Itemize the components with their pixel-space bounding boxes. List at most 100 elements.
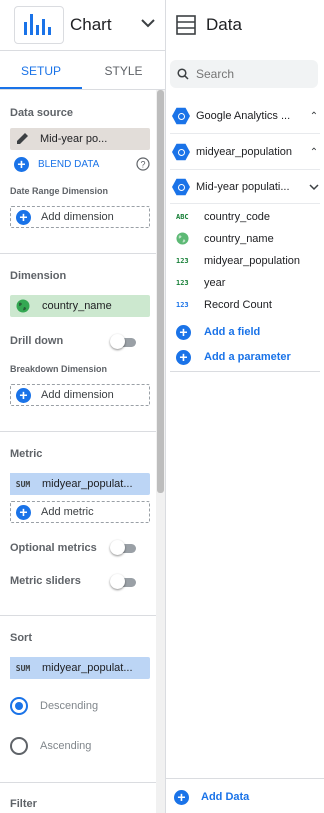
globe-icon — [176, 231, 198, 247]
plus-icon: + — [16, 209, 31, 225]
datasource-hex-icon — [172, 178, 190, 196]
metric-title: Metric — [10, 448, 43, 460]
globe-glyph — [16, 299, 30, 313]
ascending-radio[interactable] — [10, 737, 28, 755]
help-icon[interactable]: ? — [136, 157, 150, 171]
expand-chevron-icon[interactable]: ⌃ — [308, 111, 320, 122]
data-source-item-name: Mid-year populati... — [196, 181, 290, 193]
globe-glyph — [176, 231, 189, 245]
divider — [170, 203, 320, 204]
add-dimension-label: Add dimension — [41, 389, 114, 401]
collapse-chevron-icon[interactable] — [308, 182, 320, 192]
field-item[interactable]: 123 year — [176, 273, 225, 293]
aggregation-badge[interactable]: SUM — [10, 657, 36, 679]
data-source-item-name: midyear_population — [196, 146, 293, 158]
plus-icon: + — [16, 504, 31, 520]
blend-data-label: BLEND DATA — [38, 158, 100, 170]
table-icon — [176, 15, 196, 35]
tab-style-label: STYLE — [104, 64, 143, 78]
add-field-button[interactable]: + Add a field — [176, 324, 260, 340]
field-item[interactable]: 123 midyear_population — [176, 251, 300, 271]
add-dimension-label: Add dimension — [41, 211, 114, 223]
field-item[interactable]: 123 Record Count — [176, 295, 272, 315]
divider — [170, 133, 320, 134]
field-item[interactable]: ABC country_code — [176, 207, 270, 227]
divider — [166, 778, 324, 779]
add-metric-button[interactable]: + Add metric — [10, 501, 150, 523]
divider — [170, 371, 320, 372]
add-field-label: Add a field — [204, 326, 261, 338]
chart-editor-panels: Chart Data SETUP STYLE Data source Mid-y… — [0, 0, 324, 813]
chart-label: Chart — [70, 15, 112, 34]
data-source-item[interactable]: midyear_population ⌃ — [172, 139, 320, 165]
dimension-chip[interactable]: country_name — [10, 295, 150, 317]
toggle-knob — [110, 540, 125, 555]
radio-dot — [15, 702, 23, 710]
sort-title: Sort — [10, 632, 32, 644]
metric-sliders-toggle[interactable] — [110, 574, 138, 589]
optional-metrics-toggle[interactable] — [110, 540, 138, 555]
data-source-item[interactable]: Google Analytics ... ⌃ — [172, 103, 320, 129]
divider — [0, 782, 156, 783]
descending-radio[interactable] — [10, 697, 28, 715]
setup-scrollbar[interactable] — [156, 90, 165, 813]
field-name: year — [204, 277, 226, 289]
add-data-label: Add Data — [201, 791, 250, 803]
blend-data-button[interactable]: + BLEND DATA — [14, 156, 99, 172]
number-type-icon: 123 — [176, 301, 189, 309]
chart-type-selector[interactable]: Chart — [0, 0, 162, 50]
metric-name: midyear_populat... — [42, 478, 133, 490]
drill-down-label: Drill down — [10, 335, 64, 347]
data-source-item-expanded[interactable]: Mid-year populati... — [172, 174, 320, 200]
tab-style[interactable]: STYLE — [82, 51, 165, 89]
date-range-title: Date Range Dimension — [10, 186, 109, 196]
add-date-dimension-button[interactable]: + Add dimension — [10, 206, 150, 228]
search-box[interactable] — [170, 60, 318, 88]
pencil-icon[interactable] — [10, 128, 36, 150]
sort-chip[interactable]: SUM midyear_populat... — [10, 657, 150, 679]
toggle-knob — [110, 574, 125, 589]
plus-icon: + — [174, 789, 189, 805]
scrollbar-thumb[interactable] — [157, 90, 164, 493]
metric-sliders-label: Metric sliders — [10, 575, 81, 587]
ascending-label: Ascending — [40, 740, 92, 752]
data-source-chip[interactable]: Mid-year po... — [10, 128, 150, 150]
expand-chevron-icon[interactable]: ⌃ — [308, 147, 320, 158]
number-type-icon: 123 — [176, 279, 189, 287]
drill-down-toggle[interactable] — [110, 334, 138, 349]
aggregation-badge[interactable]: SUM — [10, 473, 36, 495]
divider — [0, 253, 156, 254]
metric-chip[interactable]: SUM midyear_populat... — [10, 473, 150, 495]
breakdown-title: Breakdown Dimension — [10, 364, 108, 374]
globe-icon — [10, 295, 36, 317]
field-name: country_code — [204, 211, 271, 223]
data-source-name: Mid-year po... — [40, 133, 108, 145]
divider — [170, 169, 320, 170]
plus-icon: + — [176, 324, 191, 340]
data-source-item-name: Google Analytics ... — [196, 110, 291, 122]
field-name: midyear_population — [204, 255, 301, 267]
add-data-button[interactable]: + Add Data — [174, 789, 249, 805]
plus-icon: + — [14, 156, 29, 172]
descending-label: Descending — [40, 700, 99, 712]
add-parameter-button[interactable]: + Add a parameter — [176, 349, 291, 365]
sort-field-name: midyear_populat... — [42, 662, 133, 674]
tab-setup[interactable]: SETUP — [0, 51, 82, 89]
bar-chart-glyph — [24, 14, 51, 35]
optional-metrics-label: Optional metrics — [10, 542, 97, 554]
search-input[interactable] — [196, 66, 306, 82]
tab-bar: SETUP STYLE — [0, 50, 165, 90]
data-label: Data — [206, 15, 242, 34]
text-type-icon: ABC — [176, 213, 189, 221]
toggle-knob — [110, 334, 125, 349]
plus-icon: + — [176, 349, 191, 365]
tab-setup-label: SETUP — [20, 64, 61, 78]
field-item[interactable]: country_name — [176, 229, 274, 249]
datasource-hex-icon — [172, 143, 190, 161]
number-type-icon: 123 — [176, 257, 189, 265]
datasource-hex-icon — [172, 107, 190, 125]
chevron-down-icon[interactable] — [140, 17, 156, 29]
add-metric-label: Add metric — [41, 506, 94, 518]
add-breakdown-dimension-button[interactable]: + Add dimension — [10, 384, 150, 406]
search-icon — [177, 68, 189, 80]
